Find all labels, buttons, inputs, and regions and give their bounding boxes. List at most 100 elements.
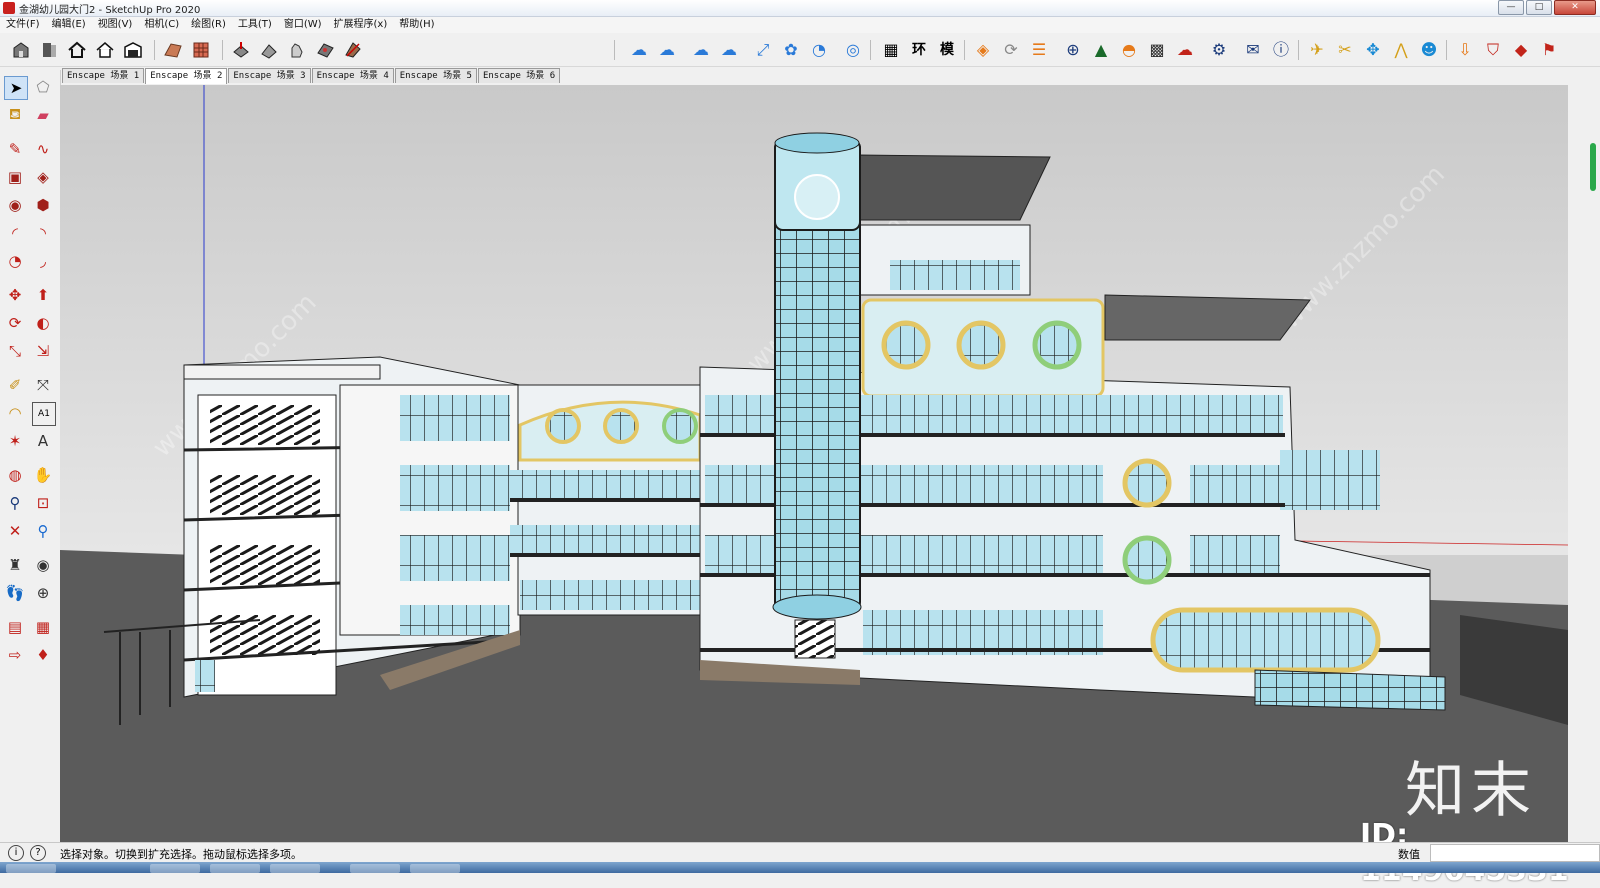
taskbar-app-5[interactable] (410, 864, 460, 873)
menu-edit[interactable]: 编辑(E) (46, 17, 92, 33)
rotated-rect-icon[interactable]: ◈ (32, 166, 54, 188)
menu-view[interactable]: 视图(V) (92, 17, 139, 33)
move-tool-icon[interactable]: ✥ (4, 284, 26, 306)
zoom-icon[interactable]: ⚲ (4, 492, 26, 514)
home-outline-icon[interactable] (94, 39, 116, 61)
maximize-button[interactable]: □ (1526, 0, 1552, 15)
move-icon[interactable]: ✥ (1362, 39, 1384, 61)
timer-icon[interactable]: ◔ (808, 39, 830, 61)
gears-icon[interactable]: ⚙ (1208, 39, 1230, 61)
ruby-gem-icon[interactable]: ♦ (32, 644, 54, 666)
circle-icon[interactable]: ◉ (4, 194, 26, 216)
hand-icon[interactable] (286, 39, 308, 61)
send-icon[interactable]: ⇨ (4, 644, 26, 666)
menu-file[interactable]: 文件(F) (0, 17, 46, 33)
diagonal-icon[interactable] (342, 39, 364, 61)
menu-draw[interactable]: 绘图(R) (185, 17, 232, 33)
pushpull-icon[interactable]: ⬆ (32, 284, 54, 306)
orbit-icon[interactable]: ◍ (4, 464, 26, 486)
shield-icon[interactable]: ⛉ (1482, 39, 1504, 61)
pan-icon[interactable]: ✋ (32, 464, 54, 486)
cloud-search-icon[interactable]: ☁ (656, 39, 678, 61)
taskbar-app-3[interactable] (270, 864, 320, 873)
flower-icon[interactable]: ✿ (780, 39, 802, 61)
plus-circle-icon[interactable]: ⊕ (1062, 39, 1084, 61)
warehouse-icon[interactable]: ▤ (4, 616, 26, 638)
pencil-icon[interactable]: ✎ (4, 138, 26, 160)
text-icon[interactable]: A1 (32, 402, 56, 426)
push-arrow-icon[interactable] (230, 39, 252, 61)
garage-icon[interactable] (122, 39, 144, 61)
component-icon[interactable]: ⬠ (32, 76, 54, 98)
checker-icon[interactable]: ▩ (1146, 39, 1168, 61)
zoom-extents-icon[interactable]: ✕ (4, 520, 26, 542)
ruler-icon[interactable]: ⋀ (1390, 39, 1412, 61)
cube-side-icon[interactable] (38, 39, 60, 61)
ruby-icon[interactable]: ◆ (1510, 39, 1532, 61)
bag-icon[interactable] (258, 39, 280, 61)
sandbox-icon[interactable] (162, 39, 184, 61)
freehand-icon[interactable]: ∿ (32, 138, 54, 160)
walk-icon[interactable]: ♜ (4, 554, 26, 576)
import-icon[interactable]: ⇩ (1454, 39, 1476, 61)
grid-icon[interactable] (190, 39, 212, 61)
tab-scene-4[interactable]: Enscape 场景 4 (311, 68, 394, 83)
chrome-icon[interactable]: ◎ (842, 39, 864, 61)
cloud-link-icon[interactable]: ☁ (628, 39, 650, 61)
instructor-icon[interactable]: ? (30, 845, 46, 861)
tab-scene-6[interactable]: Enscape 场景 6 (477, 68, 561, 83)
dimension-icon[interactable]: ⤧ (32, 374, 54, 396)
minimize-button[interactable]: — (1498, 0, 1524, 15)
arc2-icon[interactable]: ◝ (32, 222, 54, 244)
cloud-up-icon[interactable]: ☁ (1174, 39, 1196, 61)
menu-extensions[interactable]: 扩展程序(x) (328, 17, 394, 33)
menu-help[interactable]: 帮助(H) (393, 17, 440, 33)
taskbar-app-1[interactable] (150, 864, 200, 873)
tab-scene-3[interactable]: Enscape 场景 3 (228, 68, 311, 83)
close-button[interactable]: ✕ (1554, 0, 1596, 15)
menu-tools[interactable]: 工具(T) (232, 17, 278, 33)
arc3-icon[interactable]: ◞ (32, 250, 54, 272)
tab-scene-5[interactable]: Enscape 场景 5 (394, 68, 477, 83)
house-cube-icon[interactable] (10, 39, 32, 61)
extension-icon[interactable]: ▦ (32, 616, 54, 638)
cloud-icon[interactable]: ☁ (690, 39, 712, 61)
footprints-icon[interactable]: 👣 (4, 582, 26, 604)
select-arrow-icon[interactable]: ➤ (4, 76, 28, 100)
tape-icon[interactable]: ✐ (4, 374, 26, 396)
sunset-icon[interactable]: ◓ (1118, 39, 1140, 61)
offset-icon[interactable]: ⇲ (32, 340, 54, 362)
polygon-icon[interactable]: ⬢ (32, 194, 54, 216)
model-button[interactable]: 模 (936, 39, 958, 61)
enscape-icon[interactable]: ◈ (972, 39, 994, 61)
env-button[interactable]: 环 (908, 39, 930, 61)
3dtext-icon[interactable]: A (32, 430, 54, 452)
section-icon[interactable]: ⊕ (32, 582, 54, 604)
mail-icon[interactable]: ✉ (1242, 39, 1264, 61)
scale-icon[interactable]: ⤡ (4, 340, 26, 362)
info-icon[interactable]: ⓘ (1270, 39, 1292, 61)
layers-icon[interactable]: ☰ (1028, 39, 1050, 61)
rectangle-icon[interactable]: ▣ (4, 166, 26, 188)
square-icon[interactable] (314, 39, 336, 61)
home-icon[interactable] (66, 39, 88, 61)
cloud-arrows-icon[interactable]: ☁ (718, 39, 740, 61)
arc-icon[interactable]: ◜ (4, 222, 26, 244)
tab-scene-2[interactable]: Enscape 场景 2 (145, 68, 228, 84)
grid-table-icon[interactable]: ▦ (880, 39, 902, 61)
menu-camera[interactable]: 相机(C) (138, 17, 185, 33)
zoom-window-icon[interactable]: ⊡ (32, 492, 54, 514)
menu-window[interactable]: 窗口(W) (278, 17, 328, 33)
taskbar-start[interactable] (6, 864, 56, 873)
scroll-thumb[interactable] (1590, 143, 1596, 191)
flag-icon[interactable]: ⚑ (1538, 39, 1560, 61)
measurements-input[interactable] (1430, 844, 1600, 862)
tab-scene-1[interactable]: Enscape 场景 1 (62, 68, 145, 83)
axes-icon[interactable]: ✶ (4, 430, 26, 452)
pipe-icon[interactable]: ✂ (1334, 39, 1356, 61)
paint-bucket-icon[interactable]: ⛾ (4, 104, 26, 126)
rotate-icon[interactable]: ⟳ (4, 312, 26, 334)
sync-icon[interactable]: ⟳ (1000, 39, 1022, 61)
person-icon[interactable]: ☻ (1418, 39, 1440, 61)
taskbar-app-2[interactable] (210, 864, 260, 873)
